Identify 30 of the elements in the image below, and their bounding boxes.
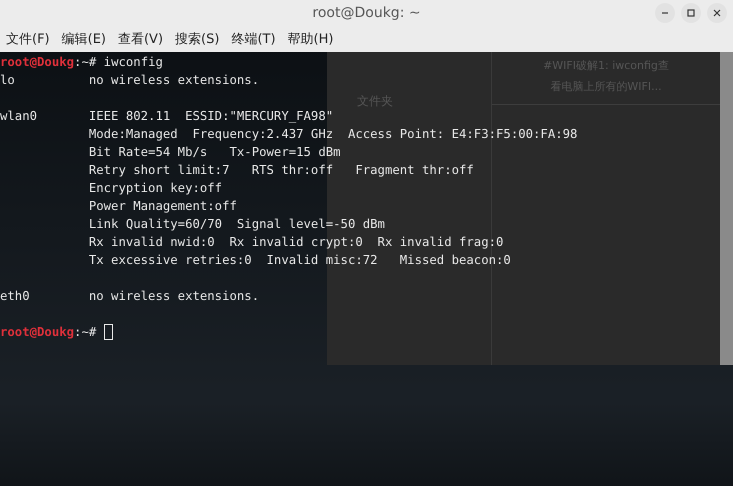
prompt-user-host: root@Doukg	[0, 54, 74, 71]
menu-item[interactable]: 文件(F)	[6, 30, 50, 48]
interface-name: eth0	[0, 289, 30, 303]
output-text: Link Quality=60/70 Signal level=-50 dBm	[88, 216, 385, 233]
menu-item[interactable]: 查看(V)	[118, 30, 164, 48]
output-text: Bit Rate=54 Mb/s Tx-Power=15 dBm	[88, 144, 341, 161]
prompt-path: :~#	[74, 324, 98, 341]
interface-name: wlan0	[0, 109, 38, 123]
interface-name: lo	[0, 73, 15, 87]
menu-item[interactable]: 帮助(H)	[288, 30, 334, 48]
output-text: no wireless extensions.	[88, 72, 260, 89]
output-text: Rx invalid nwid:0 Rx invalid crypt:0 Rx invalid frag:0	[88, 234, 504, 251]
output-text: Tx excessive retries:0 Invalid misc:72 Missed beacon:0	[88, 252, 511, 269]
menu-item[interactable]: 编辑(E)	[62, 30, 106, 48]
close-icon	[712, 8, 722, 18]
output-text: Encryption key:off	[88, 180, 222, 197]
output-text: Retry short limit:7 RTS thr:off Fragment thr:off	[88, 162, 474, 179]
output-text: no wireless extensions.	[88, 288, 260, 305]
output-text: Power Management:off	[88, 198, 237, 215]
prompt-path: :~#	[74, 54, 98, 71]
maximize-button[interactable]	[681, 3, 701, 23]
maximize-icon	[686, 8, 696, 18]
close-button[interactable]	[707, 3, 727, 23]
command-text: iwconfig	[104, 54, 163, 71]
menu-item[interactable]: 搜索(S)	[175, 30, 220, 48]
output-text: IEEE 802.11 ESSID:"MERCURY_FA98"	[88, 108, 334, 125]
window-title: root@Doukg: ~	[312, 5, 421, 21]
menu-item[interactable]: 终端(T)	[231, 30, 276, 48]
prompt-user-host: root@Doukg	[0, 324, 74, 341]
output-text: Mode:Managed Frequency:2.437 GHz Access Point: E4:F3:F5:00:FA:98	[88, 126, 578, 143]
